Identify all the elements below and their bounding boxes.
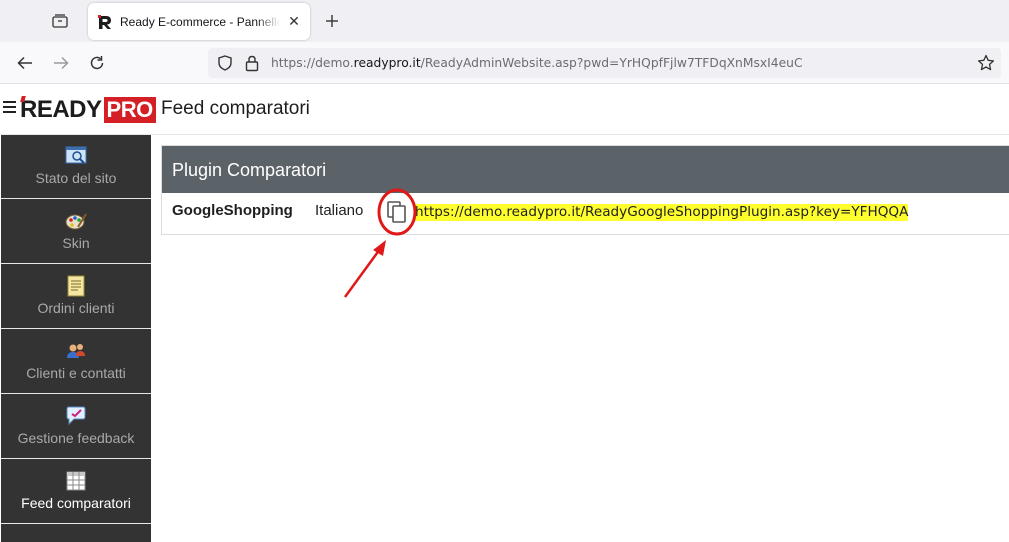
sidebar-item-stato-del-sito[interactable]: Stato del sito (1, 135, 151, 199)
sidebar-item-ordini-clienti[interactable]: Ordini clienti (1, 265, 151, 329)
new-tab-icon[interactable] (320, 9, 344, 33)
browser-tab[interactable]: Ready E-commerce - Pannello amministrazi… (88, 3, 310, 40)
sidebar-item-feed-comparatori[interactable]: Feed comparatori (1, 460, 151, 524)
back-arrow-icon[interactable] (13, 51, 37, 75)
plugin-comparatori-panel: Plugin Comparatori GoogleShopping Italia… (161, 145, 1009, 235)
forward-arrow-icon[interactable] (49, 51, 73, 75)
hamburger-menu-icon[interactable] (3, 101, 16, 113)
sidebar-item-label: Ordini clienti (37, 300, 115, 316)
app-header: READY PRO Feed comparatori (0, 84, 1009, 135)
bookmark-star-icon[interactable] (977, 54, 995, 72)
url-suffix: /ReadyAdminWebsite.asp?pwd=YrHQpfFjlw7TF… (420, 56, 803, 70)
plugin-feed-url[interactable]: https://demo.readypro.it/ReadyGoogleShop… (415, 204, 909, 221)
url-prefix: https://demo. (271, 56, 354, 70)
site-status-icon (65, 145, 87, 167)
sidebar: Stato del sito Skin Ordini clienti Clien… (1, 135, 151, 542)
readypro-logo[interactable]: READY PRO (20, 96, 156, 123)
orders-icon (65, 275, 87, 297)
browser-nav-bar: https://demo.readypro.it/ReadyAdminWebsi… (0, 42, 1009, 84)
plugin-name: GoogleShopping (172, 202, 293, 219)
contacts-icon (65, 340, 87, 362)
sidebar-item-gestione-feedback[interactable]: Gestione feedback (1, 395, 151, 459)
sidebar-item-label: Stato del sito (35, 170, 117, 186)
panel-title: Plugin Comparatori (172, 160, 327, 180)
feedback-icon (65, 405, 87, 427)
address-bar[interactable]: https://demo.readypro.it/ReadyAdminWebsi… (208, 48, 1001, 78)
readypro-favicon-icon (97, 14, 113, 30)
url-domain: readypro.it (353, 56, 421, 70)
sidebar-item-label: Skin (62, 235, 90, 251)
reload-icon[interactable] (85, 51, 109, 75)
palette-icon (65, 210, 87, 232)
panel-header: Plugin Comparatori (162, 146, 1009, 193)
tracking-protection-shield-icon[interactable] (217, 55, 233, 71)
close-tab-icon[interactable]: ✕ (286, 13, 302, 29)
sidebar-item-label: Feed comparatori (21, 495, 131, 511)
sidebar-item-label: Clienti e contatti (26, 365, 126, 381)
sidebar-item-skin[interactable]: Skin (1, 200, 151, 264)
sidebar-item-clienti-e-contatti[interactable]: Clienti e contatti (1, 330, 151, 394)
lock-icon[interactable] (244, 54, 260, 72)
logo-pro-text: PRO (103, 97, 156, 123)
page-title: Feed comparatori (161, 98, 310, 119)
annotation-arrow-head (373, 240, 386, 256)
logo-ready-text: READY (20, 96, 102, 123)
annotation-arrow-shaft (343, 248, 382, 298)
tab-title: Ready E-commerce - Pannello amministrazi… (120, 14, 280, 29)
copy-icon[interactable] (386, 200, 408, 224)
plugin-language: Italiano (315, 202, 364, 219)
tab-list-icon[interactable] (46, 9, 74, 33)
browser-tab-bar: Ready E-commerce - Pannello amministrazi… (0, 0, 1009, 42)
sidebar-item-label: Gestione feedback (17, 430, 135, 446)
grid-icon (65, 470, 87, 492)
url-text[interactable]: https://demo.readypro.it/ReadyAdminWebsi… (271, 56, 803, 70)
